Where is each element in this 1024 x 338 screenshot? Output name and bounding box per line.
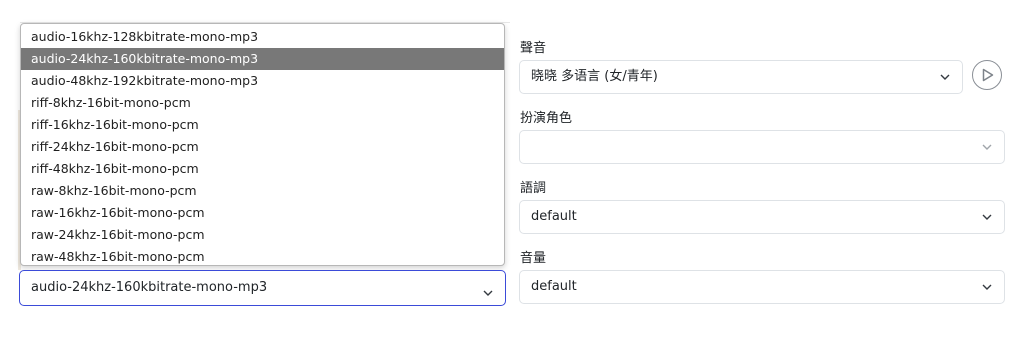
volume-select-value: default [531, 279, 577, 294]
style-label: 語調 [520, 181, 547, 196]
volume-label: 音量 [520, 251, 547, 266]
format-option[interactable]: riff-8khz-16bit-mono-pcm [21, 92, 504, 114]
chevron-down-icon [940, 72, 950, 82]
format-option[interactable]: raw-48khz-16bit-mono-pcm [21, 246, 504, 265]
tts-settings-page: 聲音 晓晓 多语言 (女/青年) 扮演角色 語調 default 音量 defa… [0, 0, 1024, 338]
format-option[interactable]: riff-16khz-16bit-mono-pcm [21, 114, 504, 136]
format-select[interactable]: audio-24khz-160kbitrate-mono-mp3 [19, 270, 506, 306]
chevron-down-icon [982, 142, 992, 152]
format-option[interactable]: audio-16khz-128kbitrate-mono-mp3 [21, 26, 504, 48]
role-label: 扮演角色 [520, 111, 573, 126]
format-option[interactable]: riff-48khz-16bit-mono-pcm [21, 158, 504, 180]
format-dropdown-list[interactable]: audio-16khz-128kbitrate-mono-mp3 audio-2… [20, 23, 505, 266]
format-option[interactable]: raw-16khz-16bit-mono-pcm [21, 202, 504, 224]
format-option[interactable]: raw-8khz-16bit-mono-pcm [21, 180, 504, 202]
voice-label: 聲音 [520, 41, 547, 56]
role-select[interactable] [519, 130, 1005, 164]
format-option[interactable]: riff-24khz-16bit-mono-pcm [21, 136, 504, 158]
voice-select-value: 晓晓 多语言 (女/青年) [531, 69, 658, 84]
chevron-down-icon [982, 212, 992, 222]
style-select-value: default [531, 209, 577, 224]
chevron-down-icon [483, 283, 493, 302]
play-voice-button[interactable] [972, 60, 1002, 90]
chevron-down-icon [982, 282, 992, 292]
format-select-value: audio-24khz-160kbitrate-mono-mp3 [31, 280, 268, 295]
background-frame [20, 0, 510, 23]
format-option[interactable]: raw-24khz-16bit-mono-pcm [21, 224, 504, 246]
voice-select[interactable]: 晓晓 多语言 (女/青年) [519, 60, 963, 94]
format-option[interactable]: audio-24khz-160kbitrate-mono-mp3 [21, 48, 504, 70]
volume-select[interactable]: default [519, 270, 1005, 304]
format-option[interactable]: audio-48khz-192kbitrate-mono-mp3 [21, 70, 504, 92]
style-select[interactable]: default [519, 200, 1005, 234]
